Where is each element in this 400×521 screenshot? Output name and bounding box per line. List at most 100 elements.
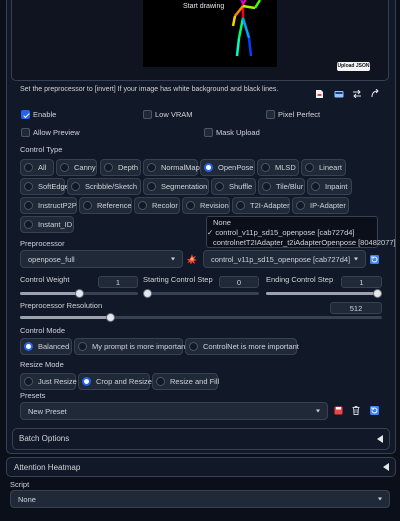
control-weight-input[interactable]: 1 (98, 276, 138, 288)
control-type-tile-blur[interactable]: Tile/Blur (258, 178, 305, 195)
mask-upload-label: Mask Upload (216, 128, 260, 137)
refresh-icon[interactable] (370, 255, 379, 264)
control-mode-balanced[interactable]: Balanced (20, 338, 72, 355)
radio-indicator (262, 182, 271, 191)
control-mode-controlnet-is-more-important[interactable]: ControlNet is more important (185, 338, 299, 355)
slider-thumb[interactable] (373, 289, 382, 298)
control-weight-slider[interactable] (20, 289, 138, 298)
mask-upload-checkbox[interactable] (204, 128, 213, 137)
control-type-depth[interactable]: Depth (100, 159, 141, 176)
control-type-mlsd[interactable]: MLSD (257, 159, 299, 176)
attention-heatmap-accordion[interactable]: Attention Heatmap (6, 457, 396, 477)
pose-skeleton (231, 0, 262, 57)
preprocessor-dropdown[interactable]: openpose_full (20, 250, 183, 268)
radio-indicator (78, 342, 87, 351)
script-value: None (18, 494, 36, 504)
swap-icon[interactable] (352, 90, 362, 98)
radio-indicator (311, 182, 320, 191)
control-type-instant-id[interactable]: Instant_ID (20, 216, 74, 233)
radio-indicator (138, 201, 147, 210)
control-type-instructp2p[interactable]: InstructP2P (20, 197, 77, 214)
control-type-recolor[interactable]: Recolor (134, 197, 180, 214)
starting-step-value: 0 (236, 277, 242, 287)
enable-label: Enable (33, 110, 57, 119)
control-type-segmentation[interactable]: Segmentation (143, 178, 209, 195)
model-option-none[interactable]: None (213, 218, 231, 228)
explosion-run-icon[interactable] (187, 254, 197, 264)
preprocessor-label: Preprocessor (20, 239, 65, 248)
ending-step-value: 1 (359, 277, 364, 287)
starting-step-slider[interactable] (143, 289, 259, 298)
upload-json-button[interactable]: Upload JSON (337, 62, 370, 71)
control-type-normalmap[interactable]: NormalMap (143, 159, 200, 176)
resolution-slider[interactable] (20, 313, 382, 322)
collapse-arrow-icon (383, 463, 389, 471)
rotate-icon[interactable] (370, 89, 379, 98)
attention-heatmap-label: Attention Heatmap (14, 463, 81, 472)
control-type-canny[interactable]: Canny (56, 159, 97, 176)
ending-step-label: Ending Control Step (266, 275, 334, 284)
trash-icon[interactable] (352, 406, 360, 415)
chevron-down-icon (354, 257, 358, 261)
control-type-label: Inpaint (325, 182, 348, 191)
slider-thumb[interactable] (74, 289, 84, 298)
low-vram-checkbox[interactable] (143, 110, 152, 119)
control-type-inpaint[interactable]: Inpaint (307, 178, 352, 195)
control-type-label: Scribble/Sketch (85, 182, 138, 191)
presets-dropdown[interactable]: New Preset (20, 402, 328, 420)
model-option-t2iadapter[interactable]: controlnetT2IAdapter_t2iAdapterOpenpose … (213, 238, 396, 248)
control-mode-label: Balanced (38, 342, 70, 351)
control-type-softedge[interactable]: SoftEdge (20, 178, 69, 195)
control-type-label: InstructP2P (38, 201, 77, 210)
control-type-ip-adapter[interactable]: IP-Adapter (292, 197, 349, 214)
model-dropdown[interactable]: control_v11p_sd15_openpose [cab727d4] (203, 250, 366, 268)
batch-options-accordion[interactable]: Batch Options (12, 428, 390, 450)
control-type-t2i-adapter[interactable]: T2I-Adapter (232, 197, 290, 214)
control-weight-value: 1 (115, 277, 121, 287)
save-icon[interactable] (334, 406, 343, 415)
batch-options-label: Batch Options (19, 434, 70, 443)
control-type-all[interactable]: All (20, 159, 54, 176)
radio-indicator (186, 201, 195, 210)
invert-hint: Set the preprocessor to [invert] If your… (20, 86, 279, 93)
resolution-input[interactable]: 512 (330, 302, 382, 314)
slider-thumb[interactable] (143, 289, 152, 298)
control-type-lineart[interactable]: Lineart (301, 159, 346, 176)
pose-canvas[interactable]: Start drawing (143, 0, 277, 67)
refresh-icon[interactable] (370, 406, 379, 415)
model-value: control_v11p_sd15_openpose [cab727d4] (211, 254, 351, 264)
radio-indicator (147, 163, 156, 172)
radio-indicator (204, 163, 213, 172)
file-icon[interactable] (315, 89, 324, 99)
control-type-label: Tile/Blur (276, 182, 304, 191)
camera-icon[interactable] (334, 90, 344, 98)
resize-mode-crop-and-resize[interactable]: Crop and Resize (78, 373, 152, 390)
presets-label: Presets (20, 391, 46, 400)
collapse-arrow-icon (377, 435, 383, 443)
resize-mode-just-resize[interactable]: Just Resize (20, 373, 77, 390)
resolution-label: Preprocessor Resolution (20, 301, 103, 310)
radio-indicator (261, 163, 270, 172)
starting-step-input[interactable]: 0 (219, 276, 259, 288)
control-type-label: MLSD (275, 163, 296, 172)
ending-step-input[interactable]: 1 (341, 276, 382, 288)
control-type-label: Recolor (152, 201, 178, 210)
control-type-shuffle[interactable]: Shuffle (211, 178, 256, 195)
allow-preview-checkbox[interactable] (21, 128, 30, 137)
control-type-reference[interactable]: Reference (79, 197, 132, 214)
resize-mode-resize-and-fill[interactable]: Resize and Fill (152, 373, 219, 390)
control-type-label: Lineart (319, 163, 342, 172)
control-type-openpose[interactable]: OpenPose (200, 159, 255, 176)
enable-checkbox[interactable] (21, 110, 30, 119)
control-type-revision[interactable]: Revision (182, 197, 230, 214)
control-type-label: Canny (74, 163, 96, 172)
control-type-scribble-sketch[interactable]: Scribble/Sketch (67, 178, 141, 195)
model-option-selected[interactable]: ✓ control_v11p_sd15_openpose [cab727d4] (207, 228, 355, 238)
control-type-label: T2I-Adapter (250, 201, 290, 210)
slider-thumb[interactable] (106, 313, 115, 322)
ending-step-slider[interactable] (266, 289, 382, 298)
control-type-label: Revision (200, 201, 229, 210)
control-mode-my-prompt-is-more-important[interactable]: My prompt is more important (74, 338, 187, 355)
pixel-perfect-checkbox[interactable] (266, 110, 275, 119)
script-dropdown[interactable]: None (10, 490, 390, 508)
